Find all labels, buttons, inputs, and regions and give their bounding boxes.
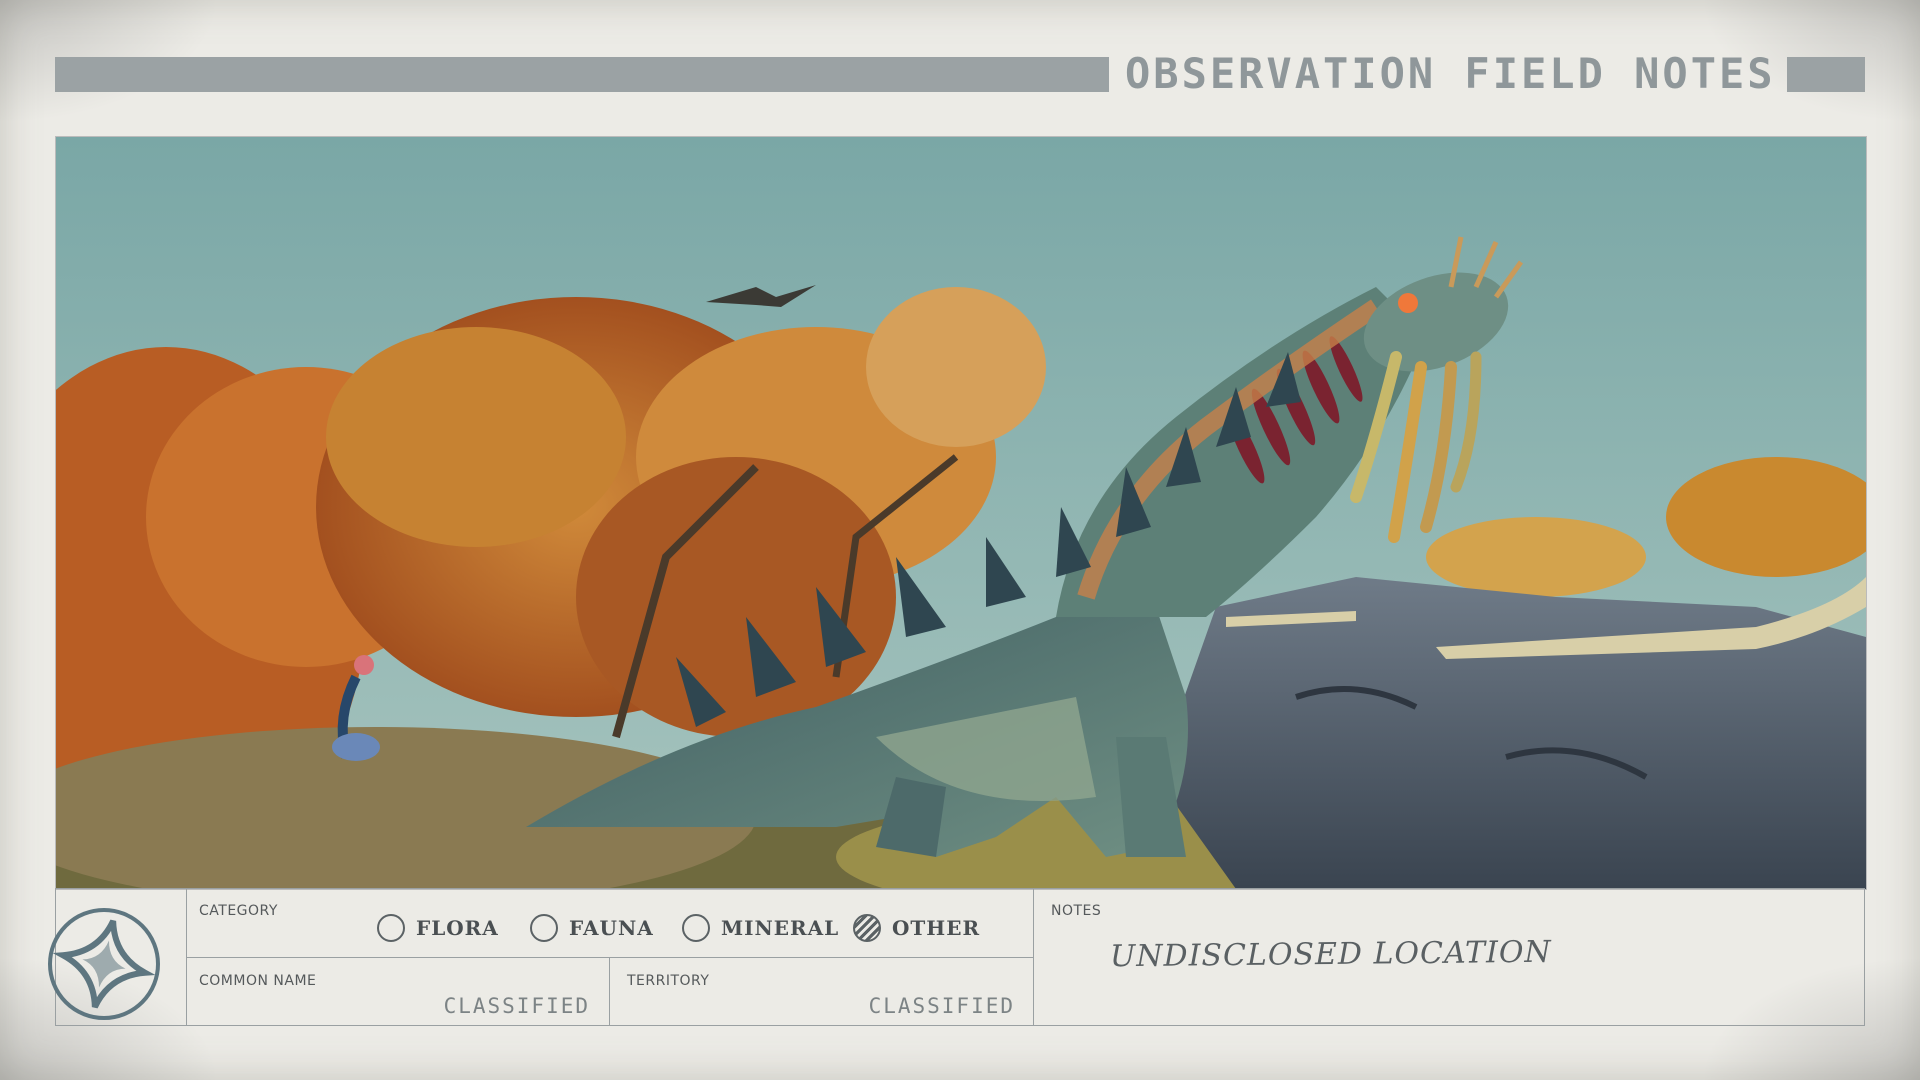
radio-flora[interactable] bbox=[377, 914, 405, 942]
common-name-label: COMMON NAME bbox=[199, 973, 317, 989]
radio-mineral[interactable] bbox=[682, 914, 710, 942]
category-option-mineral[interactable]: MINERAL bbox=[682, 911, 839, 945]
notes-label: NOTES bbox=[1051, 903, 1102, 919]
field-notes-card: OBSERVATION FIELD NOTES CATEGORY FLORA F… bbox=[0, 0, 1920, 1080]
category-option-other[interactable]: OTHER bbox=[853, 911, 980, 945]
divider-name-territory bbox=[609, 957, 610, 1026]
category-fauna-label: FAUNA bbox=[569, 916, 654, 940]
territory-label: TERRITORY bbox=[627, 973, 710, 989]
title-bar-left bbox=[55, 57, 1109, 92]
category-other-label: OTHER bbox=[892, 916, 981, 940]
category-mineral-label: MINERAL bbox=[721, 916, 840, 940]
page-title: OBSERVATION FIELD NOTES bbox=[1125, 49, 1776, 98]
category-label: CATEGORY bbox=[199, 903, 278, 919]
observation-photo bbox=[55, 136, 1867, 890]
notes-value: UNDISCLOSED LOCATION bbox=[1109, 934, 1552, 975]
common-name-value: CLASSIFIED bbox=[443, 994, 590, 1018]
constellation-star-emblem-icon bbox=[48, 908, 160, 1020]
territory-value: CLASSIFIED bbox=[868, 994, 1015, 1018]
radio-fauna[interactable] bbox=[530, 914, 558, 942]
title-bar-right bbox=[1787, 57, 1865, 92]
radio-other[interactable] bbox=[853, 914, 881, 942]
category-flora-label: FLORA bbox=[416, 916, 499, 940]
category-option-flora[interactable]: FLORA bbox=[377, 911, 499, 945]
category-option-fauna[interactable]: FAUNA bbox=[530, 911, 654, 945]
alien-creature-image bbox=[56, 137, 1866, 889]
divider-notes bbox=[1033, 888, 1034, 1026]
